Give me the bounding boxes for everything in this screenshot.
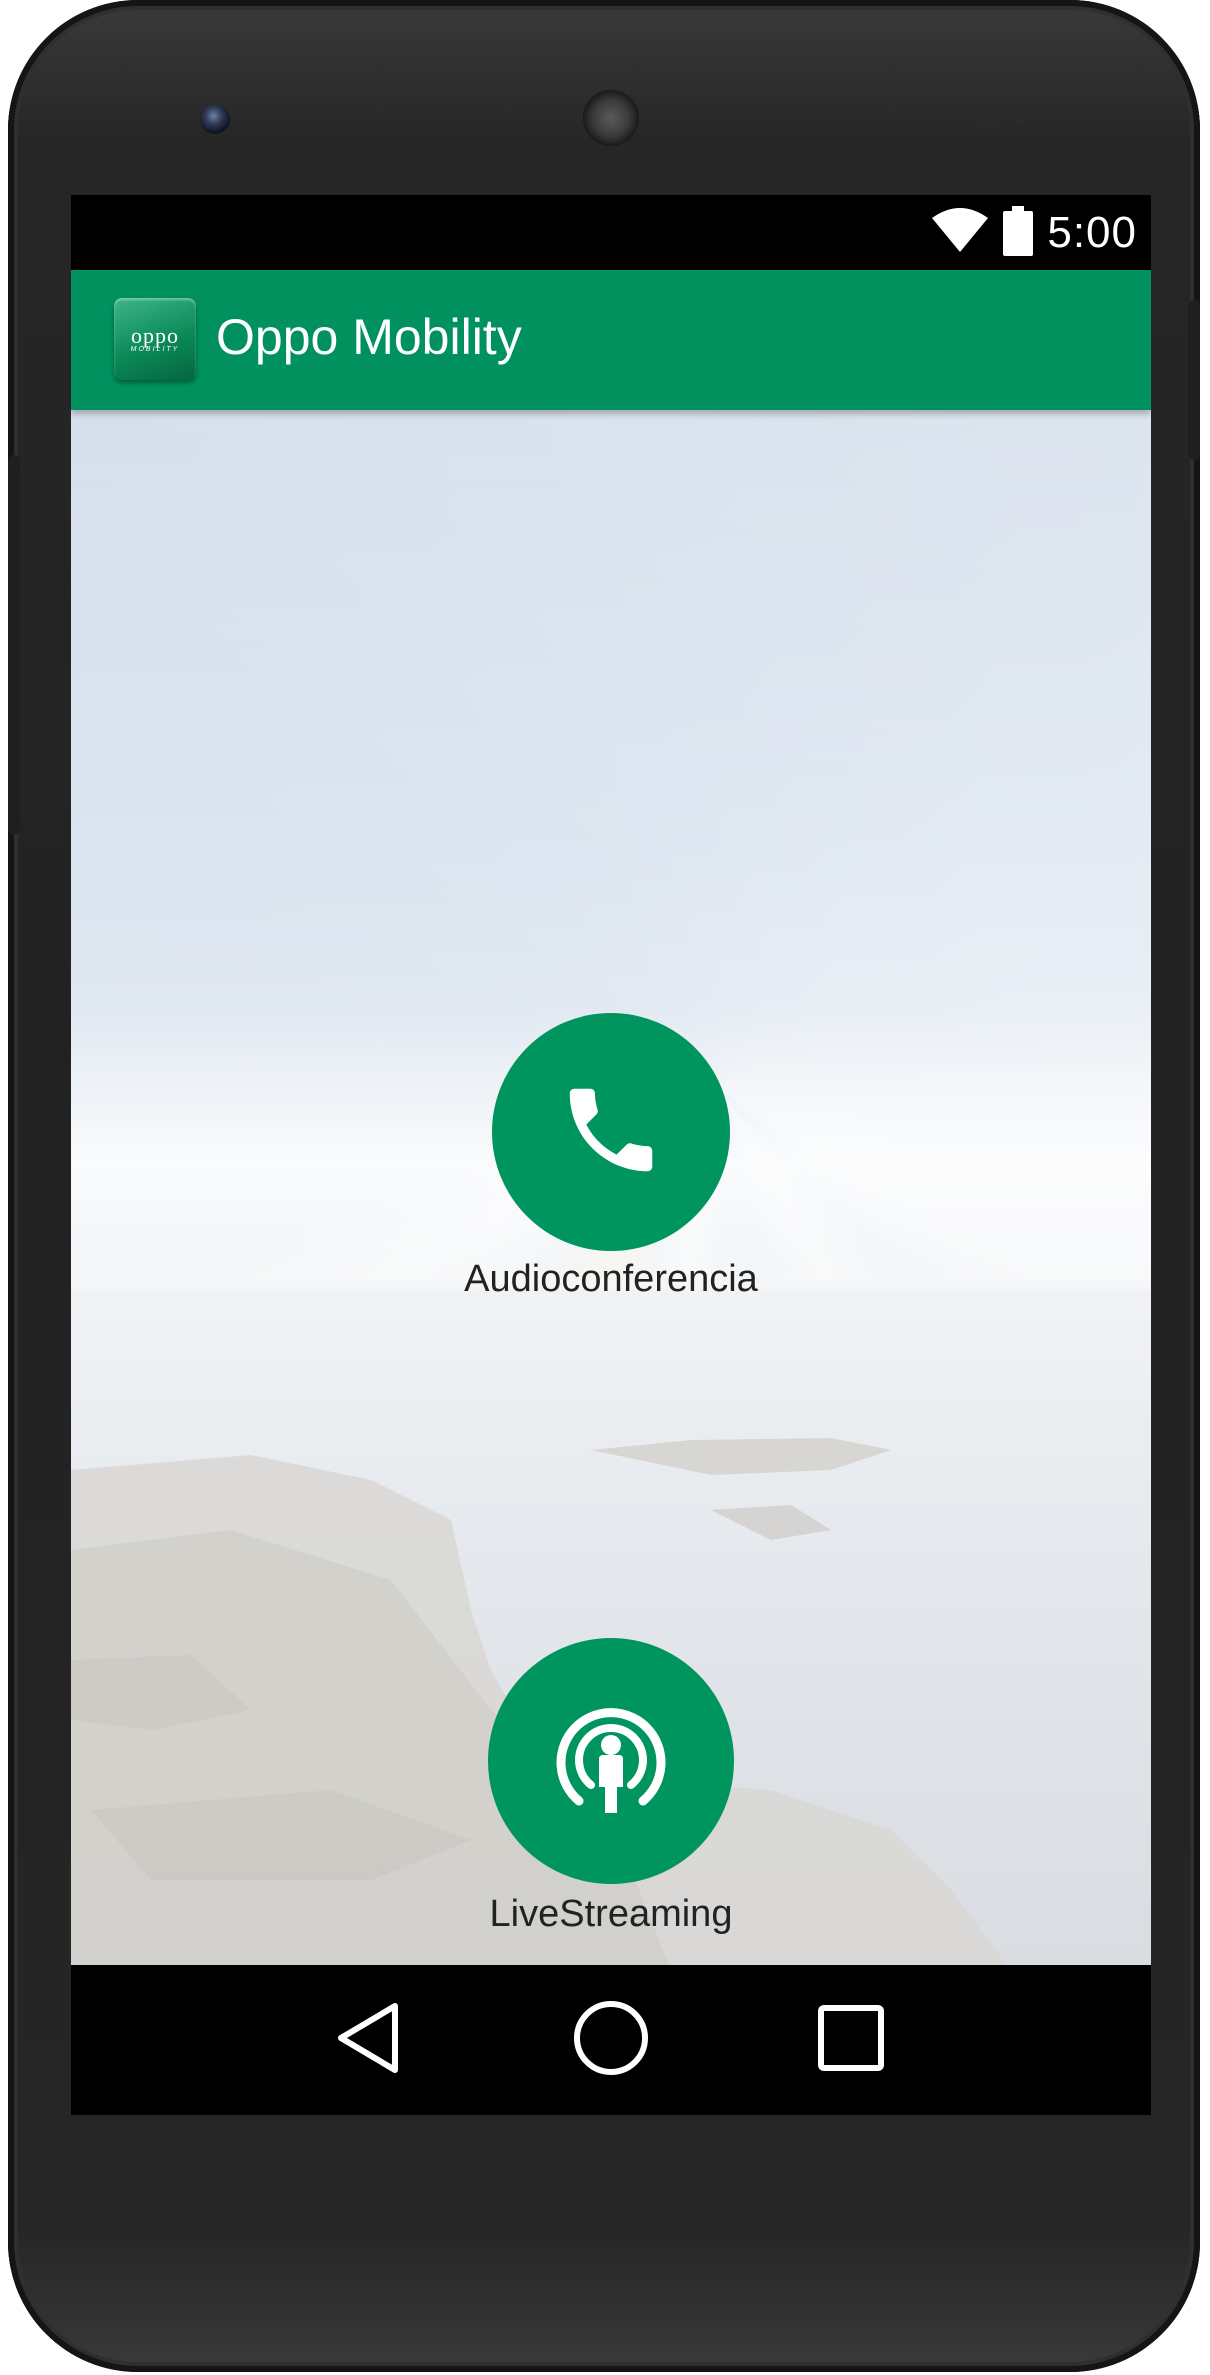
status-bar: 5:00 bbox=[71, 195, 1151, 270]
home-circle-icon bbox=[572, 1999, 650, 2082]
app-title: Oppo Mobility bbox=[216, 309, 522, 365]
status-icons: 5:00 bbox=[931, 205, 1137, 261]
volume-button bbox=[8, 455, 20, 835]
main-content: Audioconferencia LiveStreaming bbox=[71, 410, 1151, 1965]
back-triangle-icon bbox=[333, 2000, 403, 2081]
podcast-person-icon bbox=[541, 1689, 681, 1834]
app-logo: oppo MOBILITY bbox=[114, 298, 196, 380]
battery-icon bbox=[1003, 205, 1034, 261]
status-time: 5:00 bbox=[1047, 208, 1137, 257]
livestreaming-button[interactable] bbox=[488, 1638, 734, 1884]
screen: 5:00 oppo MOBILITY Oppo Mobility Audioco… bbox=[71, 195, 1151, 2115]
power-button bbox=[1188, 300, 1200, 460]
audioconferencia-button[interactable] bbox=[492, 1013, 730, 1251]
recent-apps-square-icon bbox=[817, 2004, 885, 2077]
audioconferencia-label[interactable]: Audioconferencia bbox=[311, 1258, 911, 1301]
home-button[interactable] bbox=[566, 1995, 656, 2085]
light-sensor bbox=[1013, 111, 1027, 125]
logo-brand-text: oppo bbox=[131, 322, 179, 348]
earpiece-speaker bbox=[583, 90, 639, 146]
page: 5:00 oppo MOBILITY Oppo Mobility Audioco… bbox=[0, 0, 1210, 2375]
recent-apps-button[interactable] bbox=[806, 1995, 896, 2085]
logo-sub-text: MOBILITY bbox=[130, 345, 180, 353]
front-camera bbox=[200, 104, 230, 134]
app-bar: oppo MOBILITY Oppo Mobility bbox=[71, 270, 1151, 410]
phone-frame: 5:00 oppo MOBILITY Oppo Mobility Audioco… bbox=[8, 0, 1200, 2372]
livestreaming-label[interactable]: LiveStreaming bbox=[311, 1893, 911, 1936]
wifi-icon bbox=[931, 207, 989, 259]
navigation-bar bbox=[71, 1965, 1151, 2115]
phone-icon bbox=[556, 1075, 666, 1190]
back-button[interactable] bbox=[323, 1995, 413, 2085]
proximity-sensor bbox=[978, 108, 998, 128]
